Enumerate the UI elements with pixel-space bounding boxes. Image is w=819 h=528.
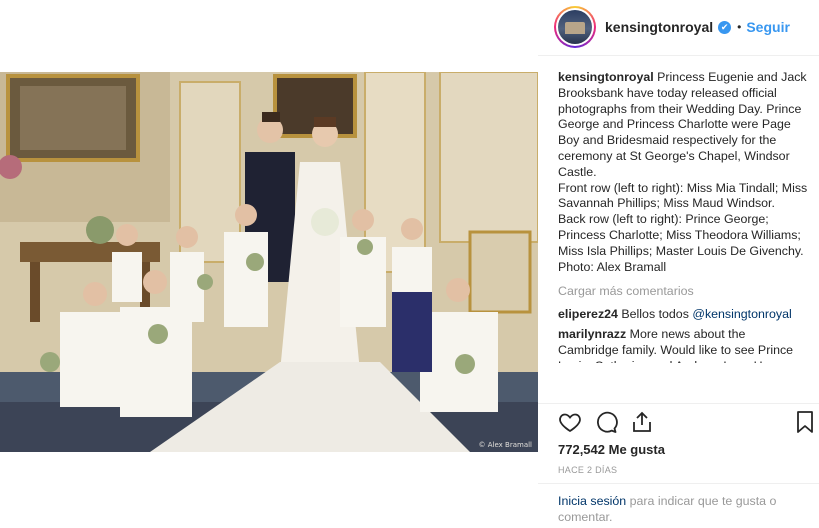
actions-divider (538, 403, 819, 404)
comment-text: Bellos todos (621, 307, 689, 322)
login-prompt: Inicia sesión para indicar que te gusta … (558, 493, 803, 525)
likes-number: 772,542 (558, 442, 605, 457)
caption-photo-credit: Photo: Alex Bramall (558, 259, 667, 274)
likes-count[interactable]: 772,542 Me gusta (558, 442, 665, 457)
caption-username[interactable]: kensingtonroyal (558, 70, 654, 84)
login-link[interactable]: Inicia sesión (558, 494, 626, 508)
comment-icon[interactable] (594, 410, 618, 439)
action-bar (556, 410, 818, 436)
avatar-image (558, 10, 592, 44)
bookmark-icon[interactable] (794, 410, 816, 439)
heart-icon[interactable] (558, 410, 582, 439)
caption-back-row: Back row (left to right): Prince George;… (558, 212, 804, 258)
avatar[interactable] (554, 6, 596, 48)
load-more-comments-button[interactable]: Cargar más comentarios (558, 284, 808, 300)
comment-item: eliperez24 Bellos todos @kensingtonroyal (558, 307, 808, 323)
post-header: kensingtonroyal ✔ • Seguir (538, 0, 819, 54)
post-photo[interactable]: © Alex Bramall (0, 72, 538, 452)
photo-credit: © Alex Bramall (478, 441, 532, 449)
caption-text: Princess Eugenie and Jack Brooksbank hav… (558, 70, 807, 179)
follow-button[interactable]: Seguir (746, 19, 790, 35)
header-divider (538, 55, 819, 56)
comment-username[interactable]: marilynrazz (558, 327, 626, 341)
wedding-photo-illustration (0, 72, 538, 452)
comment-mention[interactable]: @kensingtonroyal (692, 307, 791, 321)
post-timestamp[interactable]: HACE 2 DÍAS (558, 465, 617, 475)
caption: kensingtonroyal Princess Eugenie and Jac… (558, 70, 808, 275)
share-icon[interactable] (630, 410, 654, 439)
header-separator: • (737, 20, 742, 34)
header-username[interactable]: kensingtonroyal (605, 19, 713, 35)
caption-front-row: Front row (left to right): Miss Mia Tind… (558, 180, 808, 211)
comment-username[interactable]: eliperez24 (558, 307, 618, 321)
likes-label: Me gusta (608, 442, 665, 457)
verified-badge-icon: ✔ (718, 20, 732, 34)
bottom-divider (538, 483, 819, 484)
comments-section: kensingtonroyal Princess Eugenie and Jac… (558, 70, 808, 363)
comment-item: marilynrazz More news about the Cambridg… (558, 327, 808, 363)
